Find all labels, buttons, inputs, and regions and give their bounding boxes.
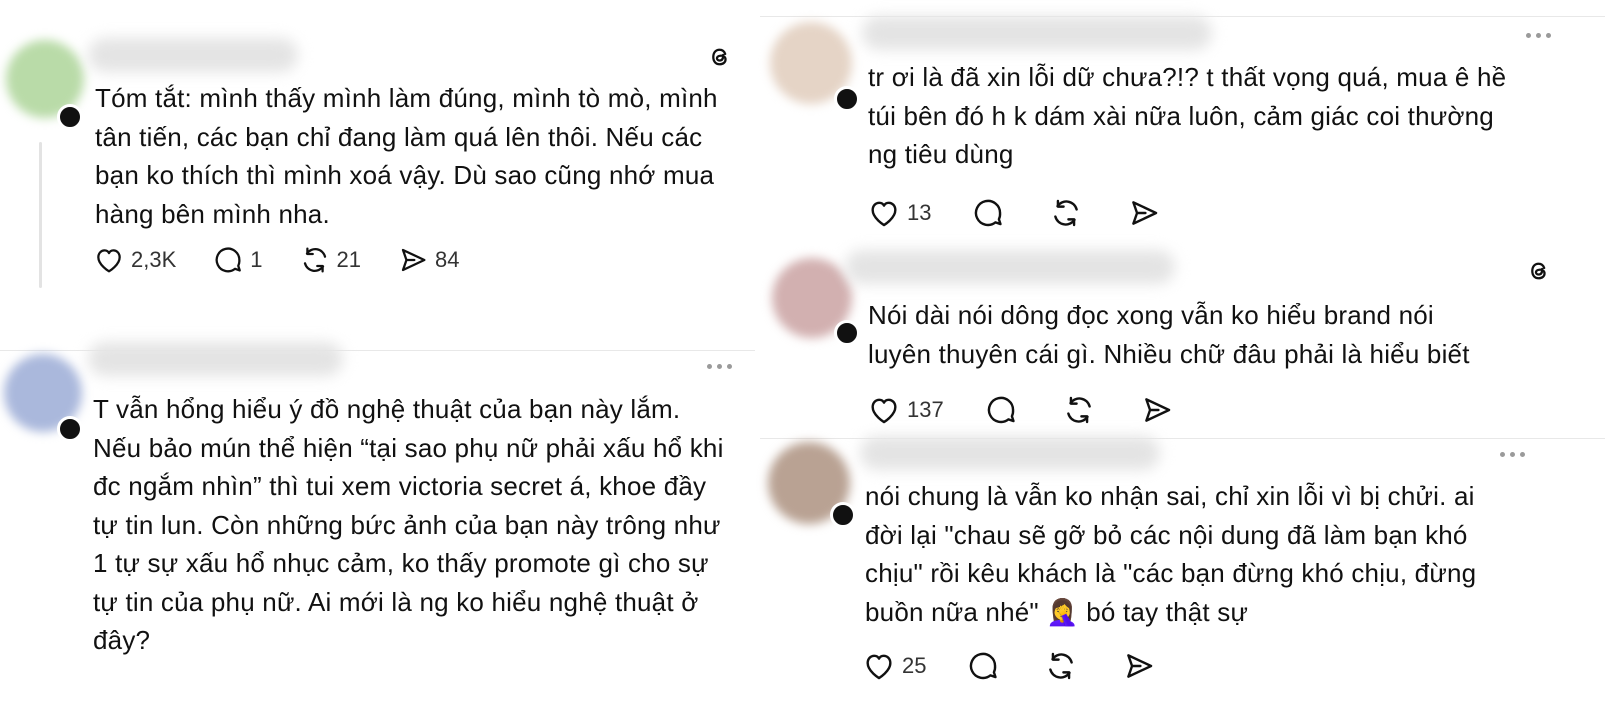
reply-icon: [971, 196, 1005, 230]
reply-icon: [966, 649, 1000, 683]
username-blurred[interactable]: [88, 342, 343, 376]
post-text: tr ơi là đã xin lỗi dữ chưa?!? t thất vọ…: [868, 62, 1507, 169]
heart-icon: [867, 196, 901, 230]
reply-button[interactable]: [971, 196, 1005, 230]
repost-count: 21: [336, 247, 361, 272]
more-options-icon[interactable]: [1500, 452, 1525, 457]
post-text: nói chung là vẫn ko nhận sai, chỉ xin lỗ…: [865, 481, 1477, 627]
repost-button[interactable]: [1062, 393, 1096, 427]
share-button[interactable]: 84: [397, 244, 459, 276]
heart-icon: [862, 649, 896, 683]
share-count: 84: [435, 247, 460, 272]
action-bar: 137: [867, 390, 1210, 430]
threads-logo-icon: [1526, 258, 1552, 284]
repost-icon: [1044, 649, 1078, 683]
follow-badge-icon[interactable]: [57, 104, 83, 130]
like-count: 2,3K: [131, 247, 177, 272]
username-blurred[interactable]: [88, 38, 298, 72]
post-text: T vẫn hổng hiểu ý đồ nghệ thuật của bạn …: [93, 394, 724, 655]
reply-button[interactable]: [966, 649, 1000, 683]
action-bar: 13: [867, 193, 1197, 233]
follow-badge-icon[interactable]: [830, 502, 856, 528]
username-blurred[interactable]: [845, 250, 1175, 284]
more-options-icon[interactable]: [1526, 33, 1551, 38]
reply-button[interactable]: 1: [212, 244, 263, 276]
follow-badge-icon[interactable]: [834, 320, 860, 346]
threads-logo-icon: [707, 44, 733, 70]
reply-icon: [212, 244, 244, 276]
post-text: Nói dài nói dông đọc xong vẫn ko hiểu br…: [868, 300, 1470, 369]
like-button[interactable]: 137: [867, 393, 944, 427]
heart-icon: [93, 244, 125, 276]
share-button[interactable]: [1122, 649, 1156, 683]
reply-icon: [984, 393, 1018, 427]
share-icon: [1140, 393, 1174, 427]
like-button[interactable]: 13: [867, 196, 931, 230]
share-icon: [1127, 196, 1161, 230]
username-blurred[interactable]: [862, 16, 1212, 50]
repost-button[interactable]: [1049, 196, 1083, 230]
like-count: 13: [907, 200, 932, 225]
like-count: 137: [907, 397, 944, 422]
like-button[interactable]: 2,3K: [93, 244, 176, 276]
heart-icon: [867, 393, 901, 427]
action-bar: 2,3K 1 21 84: [93, 240, 495, 280]
reply-button[interactable]: [984, 393, 1018, 427]
share-button[interactable]: [1140, 393, 1174, 427]
thread-line: [39, 142, 42, 288]
reply-count: 1: [250, 247, 263, 272]
username-blurred[interactable]: [860, 436, 1160, 470]
repost-button[interactable]: [1044, 649, 1078, 683]
repost-icon: [1049, 196, 1083, 230]
repost-icon: [1062, 393, 1096, 427]
follow-badge-icon[interactable]: [57, 416, 83, 442]
share-icon: [1122, 649, 1156, 683]
repost-button[interactable]: 21: [299, 244, 361, 276]
post-text: Tóm tắt: mình thấy mình làm đúng, mình t…: [95, 83, 718, 229]
like-count: 25: [902, 653, 927, 678]
more-options-icon[interactable]: [707, 364, 732, 369]
share-icon: [397, 244, 429, 276]
like-button[interactable]: 25: [862, 649, 926, 683]
action-bar: 25: [862, 646, 1192, 686]
follow-badge-icon[interactable]: [834, 86, 860, 112]
repost-icon: [299, 244, 331, 276]
share-button[interactable]: [1127, 196, 1161, 230]
